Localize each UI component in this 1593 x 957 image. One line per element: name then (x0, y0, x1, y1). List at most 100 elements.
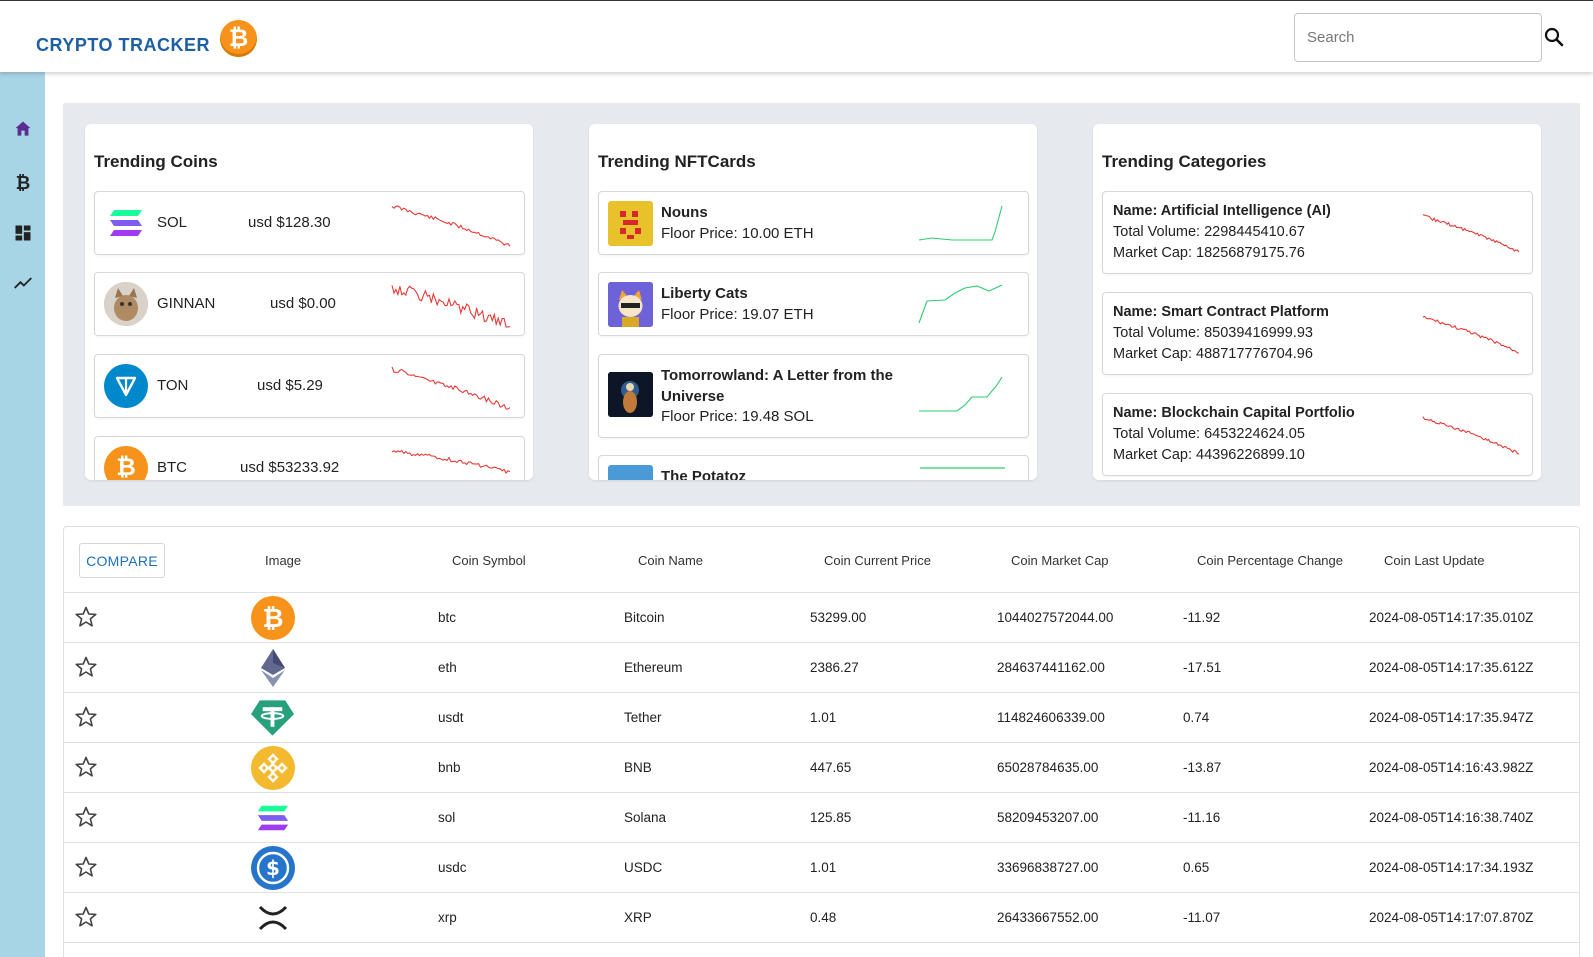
cell-change: 0.74 (1183, 710, 1210, 725)
category-market-cap: Market Cap: 18256879175.76 (1113, 245, 1305, 261)
table-row[interactable]: usdt Tether 1.01 114824606339.00 0.74 2024-08… (64, 693, 1579, 743)
app-title[interactable]: CRYPTO TRACKER (36, 35, 210, 56)
cell-last-update: 2024-08-05T14:16:38.740Z (1369, 810, 1534, 825)
header-percentage-change[interactable]: Coin Percentage Change (1197, 553, 1343, 568)
search-input[interactable] (1294, 13, 1542, 62)
cell-last-update: 2024-08-05T14:17:35.612Z (1369, 660, 1534, 675)
xrp-coin-icon (250, 895, 295, 940)
bitcoin-icon[interactable]: ₿ (10, 170, 36, 196)
btc-coin-icon: ₿ (250, 595, 295, 640)
nouns-nft-image (608, 201, 653, 246)
trending-nft-item[interactable]: Nouns Floor Price: 10.00 ETH (598, 191, 1029, 255)
coin-symbol: GINNAN (157, 295, 216, 312)
compare-button[interactable]: COMPARE (79, 543, 165, 578)
header-current-price[interactable]: Coin Current Price (824, 553, 931, 568)
trending-nft-item[interactable]: The Potatoz (598, 455, 1029, 480)
search-icon[interactable] (1542, 25, 1566, 49)
category-volume: Total Volume: 2298445410.67 (1113, 224, 1305, 240)
nft-name: Tomorrowland: A Letter from the Universe (661, 367, 893, 405)
trending-nft-item[interactable]: Liberty Cats Floor Price: 19.07 ETH (598, 272, 1029, 336)
trending-coin-item[interactable]: SOL usd $128.30 (94, 191, 525, 255)
trending-category-item[interactable]: Name: Artificial Intelligence (AI) Total… (1102, 191, 1533, 274)
potatoz-nft-image (608, 465, 653, 480)
table-row[interactable]: xrp XRP 0.48 26433667552.00 -11.07 2024-08-05… (64, 893, 1579, 943)
cell-change: -11.92 (1183, 610, 1221, 625)
cell-price: 2386.27 (810, 660, 859, 675)
cell-change: -13.87 (1183, 760, 1222, 775)
star-icon[interactable] (74, 805, 98, 829)
cell-market-cap: 284637441162.00 (997, 660, 1105, 675)
cell-price: 125.85 (810, 810, 852, 825)
cell-name: Tether (624, 710, 662, 725)
cell-market-cap: 26433667552.00 (997, 910, 1099, 925)
cell-last-update: 2024-08-05T14:17:35.947Z (1369, 710, 1534, 725)
floor-sparkline (919, 376, 1003, 412)
coin-price: usd $53233.92 (240, 459, 340, 476)
table-row[interactable]: eth Ethereum 2386.27 284637441162.00 -17.51 2… (64, 643, 1579, 693)
table-row[interactable]: $ usdc USDC 1.01 33696838727.00 0.65 2024-08-0… (64, 843, 1579, 893)
cell-last-update: 2024-08-05T14:17:35.010Z (1369, 610, 1534, 625)
bnb-coin-icon (250, 745, 295, 790)
star-icon[interactable] (74, 605, 98, 629)
floor-sparkline (918, 284, 1003, 324)
star-icon[interactable] (74, 755, 98, 779)
trending-category-item[interactable]: Name: Blockchain Capital Portfolio Total… (1102, 393, 1533, 476)
sparkline-path (918, 284, 1003, 324)
category-sparkline (1422, 315, 1520, 354)
trending-category-item[interactable]: Name: Smart Contract Platform Total Volu… (1102, 292, 1533, 375)
svg-text:₿: ₿ (262, 604, 283, 634)
header-coin-name[interactable]: Coin Name (638, 553, 703, 568)
toncoin-icon (104, 364, 148, 408)
cell-name: Solana (624, 810, 667, 825)
usdt-coin-icon (250, 695, 295, 740)
cell-change: -11.07 (1183, 910, 1221, 925)
trending-coin-item[interactable]: ₿ BTC usd $53233.92 (94, 436, 525, 480)
table-row[interactable]: ₿ btc Bitcoin 53299.00 1044027572044.00 -11.9… (64, 593, 1579, 643)
trending-coin-item[interactable]: GINNAN usd $0.00 (94, 272, 525, 336)
star-icon[interactable] (74, 905, 98, 929)
sol-coin-icon (250, 795, 295, 840)
star-icon[interactable] (74, 855, 98, 879)
star-icon[interactable] (74, 705, 98, 729)
cell-symbol: usdt (438, 710, 464, 725)
sparkline-path (391, 205, 511, 247)
cell-name: XRP (624, 910, 652, 925)
nft-floor-price: Floor Price: 19.48 SOL (661, 408, 814, 425)
cell-name: BNB (624, 760, 652, 775)
home-icon[interactable] (10, 116, 36, 142)
sparkline-path (1422, 315, 1520, 354)
price-sparkline (391, 205, 511, 247)
header-image[interactable]: Image (265, 553, 301, 568)
trending-coin-item[interactable]: TON usd $5.29 (94, 354, 525, 418)
cell-market-cap: 58209453207.00 (997, 810, 1099, 825)
cell-price: 0.48 (810, 910, 837, 925)
sparkline-path (391, 449, 511, 474)
cell-symbol: sol (438, 810, 456, 825)
category-volume: Total Volume: 6453224624.05 (1113, 426, 1305, 442)
trending-panel: Trending Coins SOL usd $128.30 GINNAN us… (63, 103, 1580, 506)
coins-table: COMPARE Image Coin Symbol Coin Name Coin… (63, 526, 1580, 957)
table-row[interactable]: sol Solana 125.85 58209453207.00 -11.16 2024-… (64, 793, 1579, 843)
table-row[interactable]: bnb BNB 447.65 65028784635.00 -13.87 2024-08-… (64, 743, 1579, 793)
nft-floor-price: Floor Price: 19.07 ETH (661, 306, 814, 323)
header-coin-symbol[interactable]: Coin Symbol (452, 553, 526, 568)
category-market-cap: Market Cap: 488717776704.96 (1113, 346, 1313, 362)
cell-market-cap: 114824606339.00 (997, 710, 1105, 725)
category-sparkline (1422, 416, 1520, 455)
coin-price: usd $128.30 (248, 214, 331, 231)
nft-floor-price: Floor Price: 10.00 ETH (661, 225, 814, 242)
nft-name: Nouns (661, 204, 708, 221)
cell-market-cap: 33696838727.00 (997, 860, 1099, 875)
header-market-cap[interactable]: Coin Market Cap (1011, 553, 1109, 568)
cell-symbol: usdc (438, 860, 467, 875)
category-sparkline (1422, 214, 1520, 253)
category-market-cap: Market Cap: 44396226899.10 (1113, 447, 1305, 463)
dashboard-icon[interactable] (10, 220, 36, 246)
eth-coin-icon (250, 645, 295, 690)
trending-icon[interactable] (10, 270, 36, 296)
star-icon[interactable] (74, 655, 98, 679)
trending-coins-card: Trending Coins SOL usd $128.30 GINNAN us… (85, 124, 533, 480)
price-sparkline (391, 366, 511, 410)
trending-nft-item[interactable]: Tomorrowland: A Letter from the Universe… (598, 354, 1029, 438)
header-last-update[interactable]: Coin Last Update (1384, 553, 1484, 568)
